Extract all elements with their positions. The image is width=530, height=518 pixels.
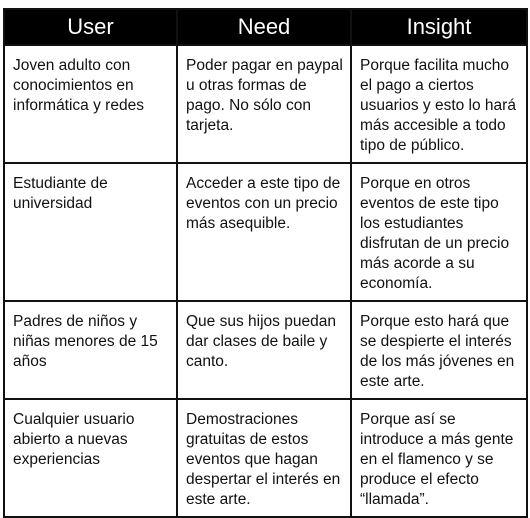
table-row: Joven adulto con conocimientos en inform… [3, 44, 528, 164]
table-row: Cualquier usuario abierto a nuevas exper… [3, 398, 528, 518]
user-cell: Padres de niños y niñas menores de 15 añ… [3, 300, 178, 400]
user-need-insight-table: User Need Insight Joven adulto con conoc… [3, 8, 528, 518]
insight-cell: Porque así se introduce a más gente en e… [350, 398, 528, 518]
insight-cell: Porque en otros eventos de este tipo los… [350, 162, 528, 302]
table-row: Padres de niños y niñas menores de 15 añ… [3, 300, 528, 400]
need-cell: Acceder a este tipo de eventos con un pr… [176, 162, 352, 302]
insight-cell: Porque facilita mucho el pago a ciertos … [350, 44, 528, 164]
user-cell: Cualquier usuario abierto a nuevas exper… [3, 398, 178, 518]
need-cell: Poder pagar en paypal u otras formas de … [176, 44, 352, 164]
need-cell: Que sus hijos puedan dar clases de baile… [176, 300, 352, 400]
header-need: Need [176, 8, 352, 46]
header-insight: Insight [350, 8, 528, 46]
need-cell: Demostraciones gratuitas de estos evento… [176, 398, 352, 518]
user-cell: Joven adulto con conocimientos en inform… [3, 44, 178, 164]
header-row: User Need Insight [3, 8, 528, 46]
insight-cell: Porque esto hará que se despierte el int… [350, 300, 528, 400]
table-row: Estudiante de universidad Acceder a este… [3, 162, 528, 302]
user-cell: Estudiante de universidad [3, 162, 178, 302]
header-user: User [3, 8, 178, 46]
